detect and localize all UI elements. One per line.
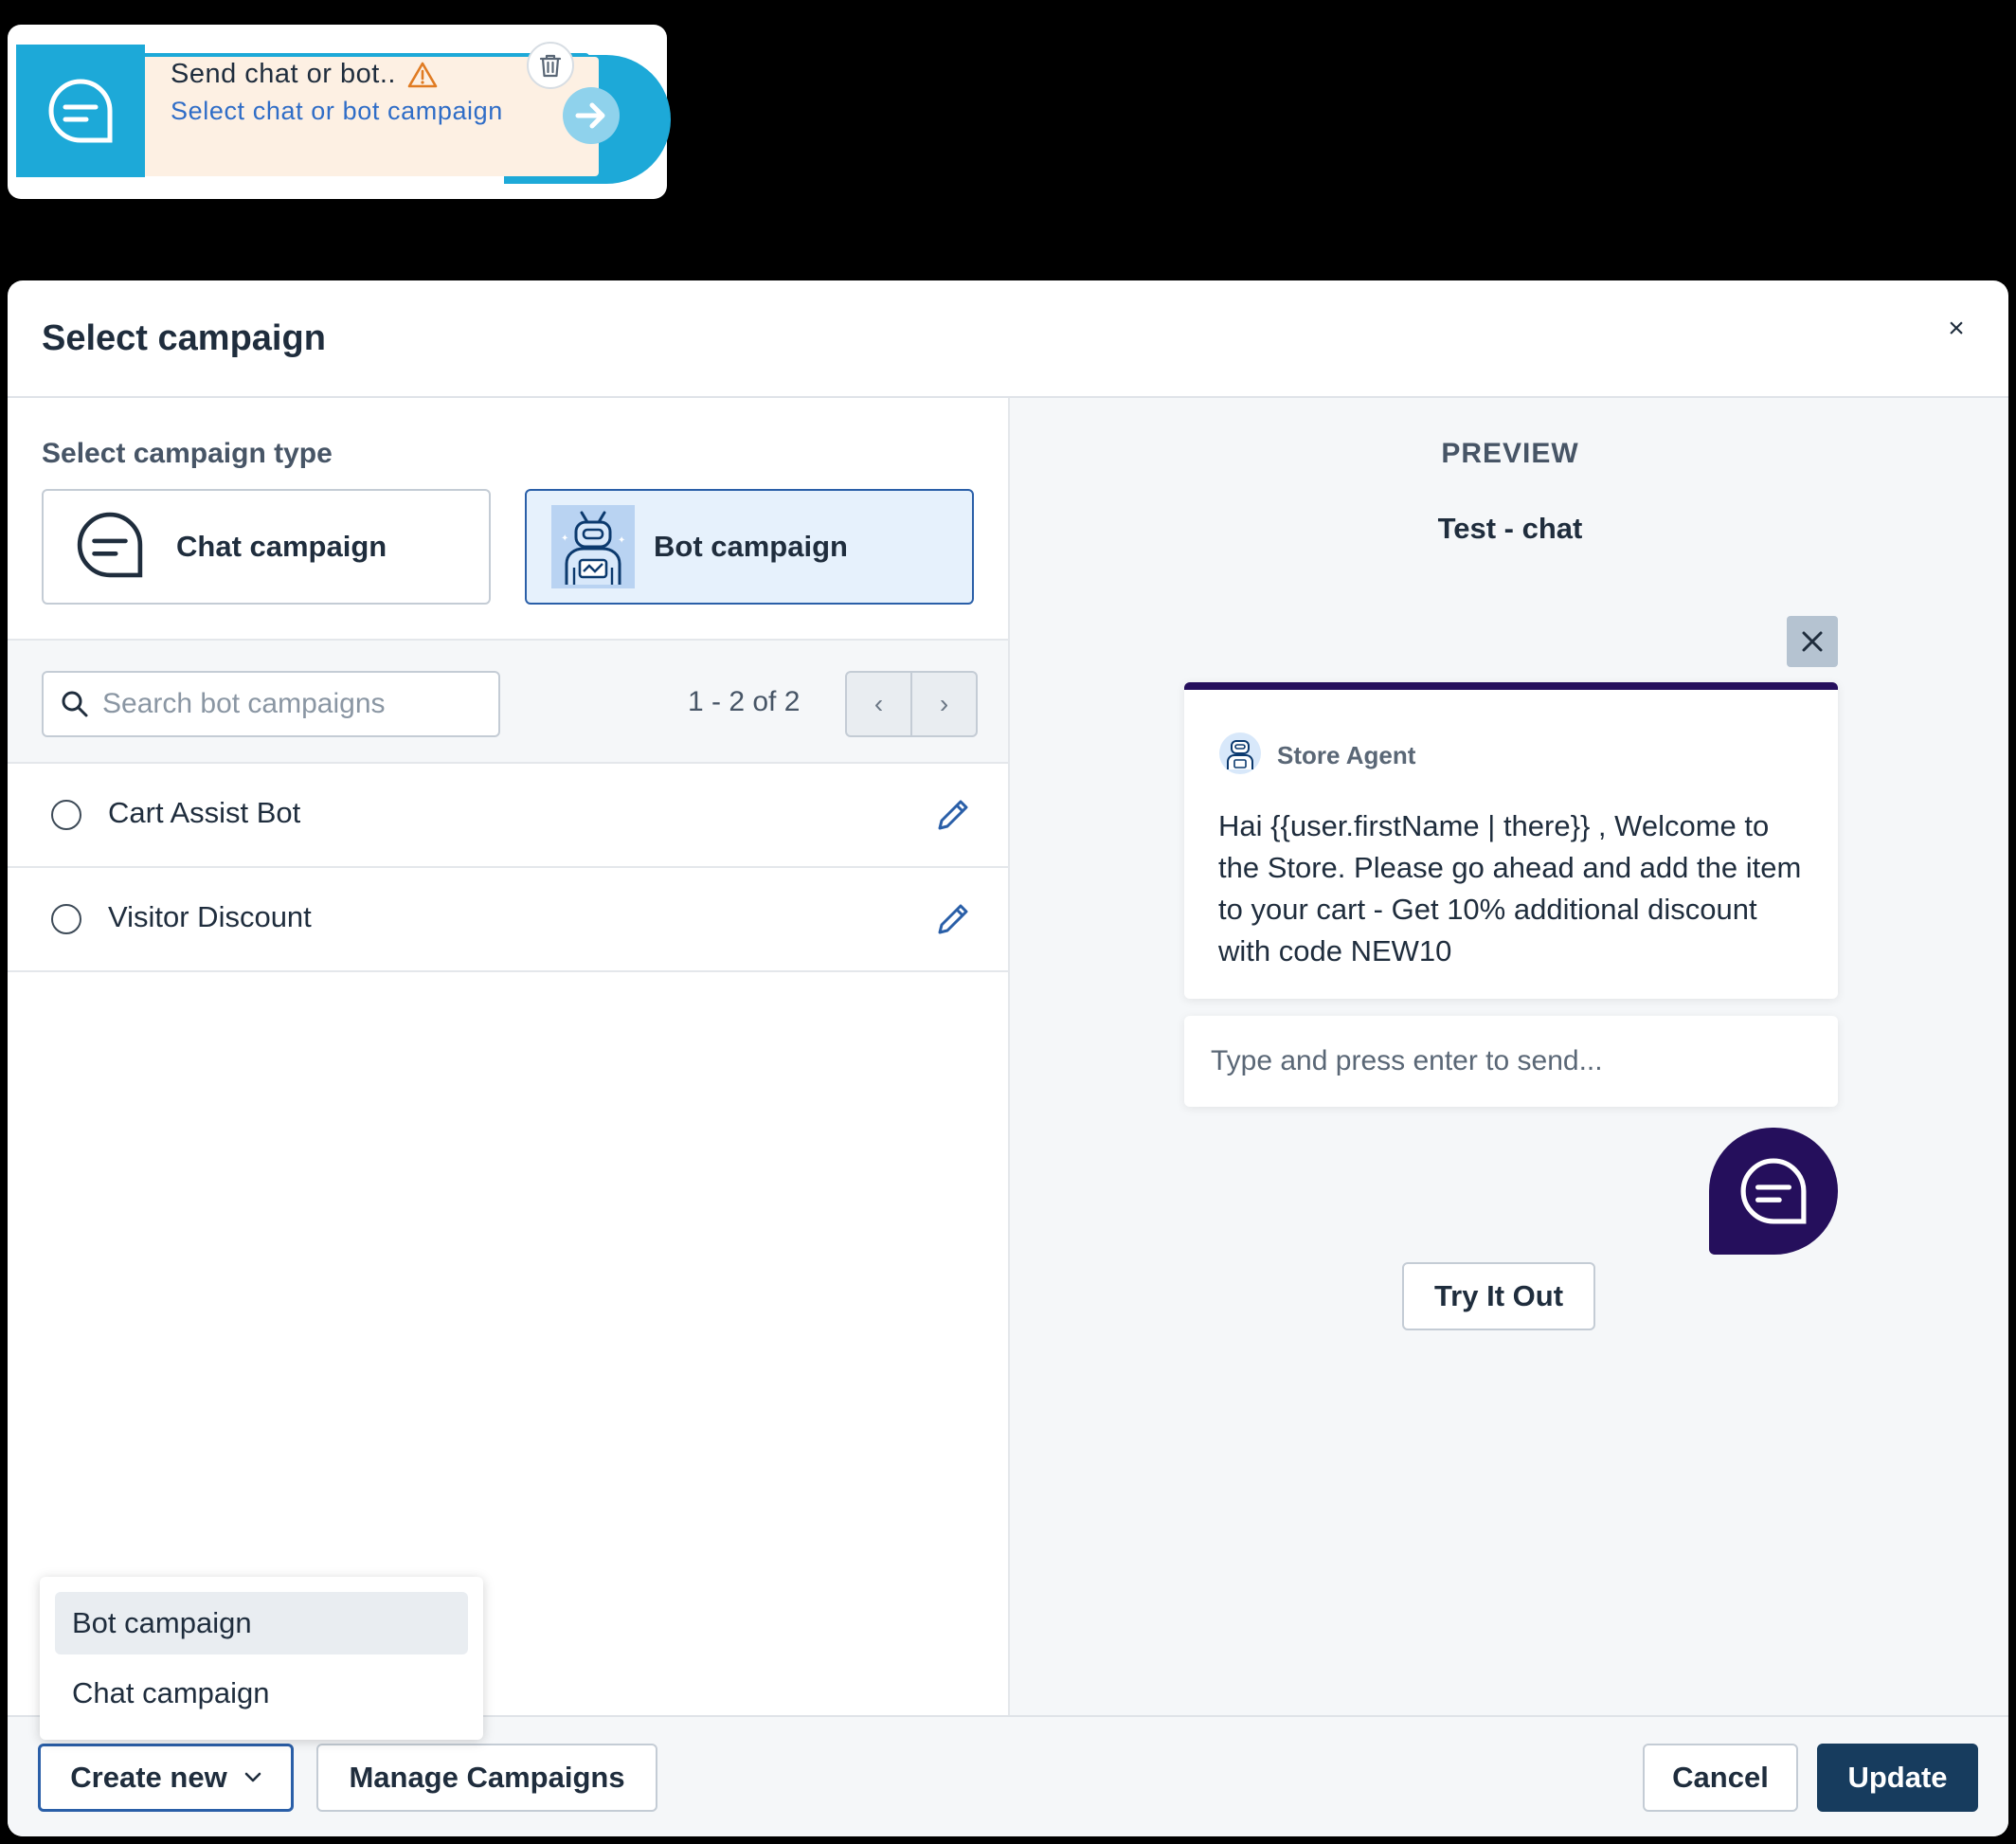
warning-icon	[407, 62, 438, 87]
preview-pane: PREVIEW Test - chat Store Agent Hai {{us…	[1008, 398, 2008, 1715]
flow-node[interactable]: Send chat or bot.. Select chat or bot ca…	[8, 25, 671, 199]
node-next-button[interactable]	[563, 87, 620, 144]
agent-name: Store Agent	[1277, 741, 1416, 769]
search-icon	[62, 691, 88, 717]
edit-icon[interactable]	[934, 900, 972, 943]
pagination-text: 1 - 2 of 2	[688, 686, 801, 717]
pagination-controls: ‹ ›	[845, 671, 978, 737]
chat-bubble-icon	[48, 79, 113, 143]
preview-close-button[interactable]	[1787, 616, 1838, 667]
preview-label: PREVIEW	[1441, 438, 1579, 469]
campaign-list-area: 1 - 2 of 2 ‹ › Cart Assist Bot Visitor D…	[8, 639, 1008, 1715]
chat-bubble-icon	[1740, 1158, 1807, 1224]
bot-campaign-label: Bot campaign	[654, 530, 848, 563]
create-new-button[interactable]: Create new	[38, 1744, 294, 1812]
chat-campaign-label: Chat campaign	[176, 530, 387, 563]
chat-message: Hai {{user.firstName | there}} , Welcome…	[1218, 809, 1802, 967]
svg-text:✦: ✦	[618, 535, 625, 546]
preview-campaign-name: Test - chat	[1437, 512, 1583, 545]
chat-campaign-option[interactable]: Chat campaign	[42, 489, 491, 605]
search-input[interactable]	[102, 688, 481, 720]
create-new-label: Create new	[70, 1761, 227, 1794]
manage-campaigns-button[interactable]: Manage Campaigns	[316, 1744, 657, 1812]
close-modal-button[interactable]: ×	[1942, 313, 1971, 351]
create-new-menu: Bot campaign Chat campaign	[40, 1577, 483, 1740]
campaign-row[interactable]: Visitor Discount	[8, 868, 1008, 972]
cancel-button[interactable]: Cancel	[1643, 1744, 1798, 1812]
campaign-radio[interactable]	[51, 904, 81, 934]
list-toolbar: 1 - 2 of 2 ‹ ›	[8, 641, 1008, 764]
node-title-text: Send chat or bot..	[171, 59, 396, 89]
svg-text:✦: ✦	[561, 533, 568, 544]
chat-input-box	[1184, 1016, 1838, 1107]
try-it-out-button[interactable]: Try It Out	[1402, 1262, 1595, 1330]
campaign-selector-pane: Select campaign type Chat campaign ✦ ✦ B…	[8, 398, 1008, 1715]
modal-title: Select campaign	[42, 318, 326, 358]
arrow-right-icon	[575, 102, 605, 129]
edit-icon[interactable]	[934, 796, 972, 839]
menu-item-chat-campaign[interactable]: Chat campaign	[55, 1662, 468, 1725]
next-page-button[interactable]: ›	[912, 673, 976, 735]
trash-icon	[539, 54, 562, 78]
search-box	[42, 671, 500, 737]
campaign-row[interactable]: Cart Assist Bot	[8, 764, 1008, 868]
chat-launcher-button[interactable]	[1709, 1128, 1838, 1255]
prev-page-button[interactable]: ‹	[847, 673, 912, 735]
campaign-name: Visitor Discount	[108, 900, 312, 933]
agent-avatar	[1218, 732, 1262, 780]
chat-bubble-icon	[76, 511, 144, 584]
chevron-down-icon	[244, 1772, 261, 1782]
bot-campaign-option[interactable]: ✦ ✦ Bot campaign	[525, 489, 974, 605]
agent-header: Store Agent	[1218, 732, 1415, 780]
chat-input[interactable]	[1211, 1045, 1817, 1077]
campaign-radio[interactable]	[51, 800, 81, 830]
node-title: Send chat or bot..	[171, 59, 438, 90]
select-campaign-modal: Select campaign × Select campaign type C…	[8, 280, 2008, 1836]
chat-message-card: Store Agent Hai {{user.firstName | there…	[1184, 682, 1838, 999]
campaign-name: Cart Assist Bot	[108, 796, 301, 829]
update-button[interactable]: Update	[1817, 1744, 1978, 1812]
modal-header: Select campaign ×	[8, 280, 2008, 398]
robot-icon: ✦ ✦	[551, 505, 635, 588]
node-icon-box	[16, 45, 145, 177]
menu-item-bot-campaign[interactable]: Bot campaign	[55, 1592, 468, 1654]
delete-node-button[interactable]	[527, 42, 574, 89]
campaign-type-label: Select campaign type	[42, 438, 333, 469]
node-subtitle: Select chat or bot campaign	[171, 97, 503, 125]
close-icon	[1802, 631, 1823, 652]
